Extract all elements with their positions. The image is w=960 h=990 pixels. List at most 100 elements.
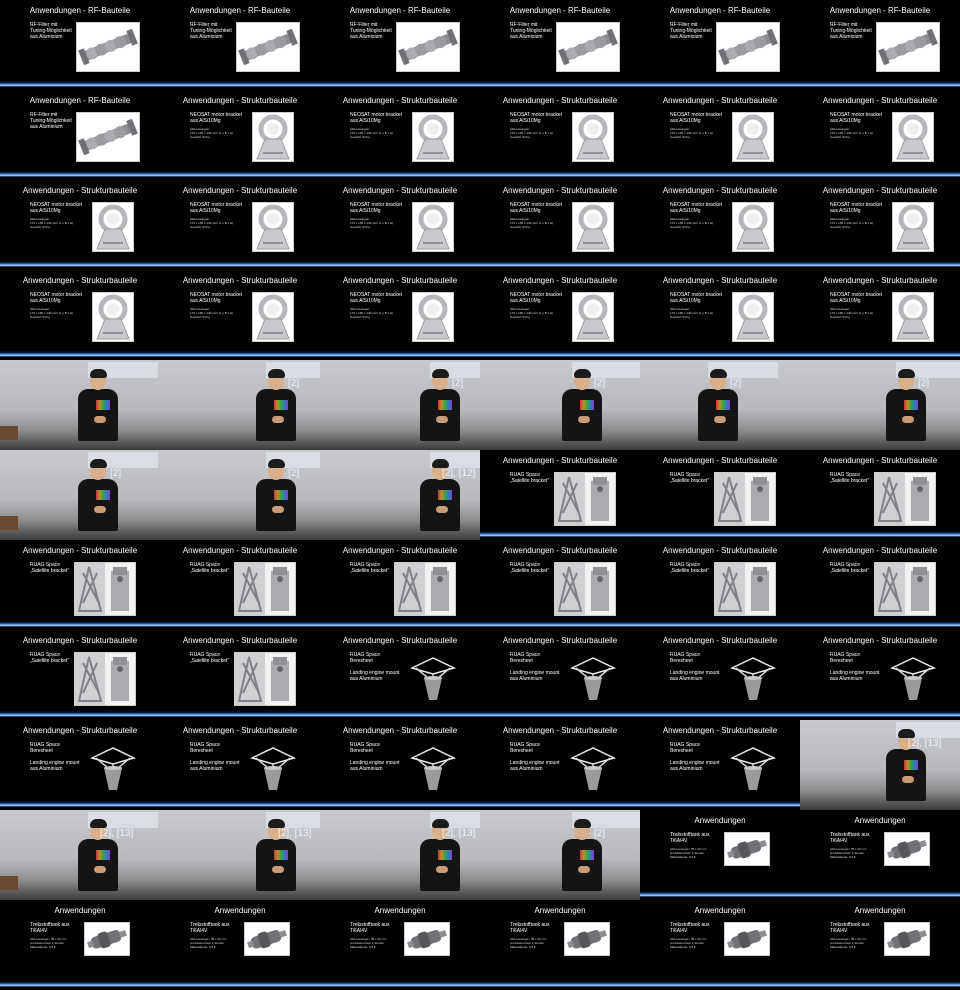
slide-frame: Anwendungen - Strukturbauteile RUAG Space… [320,540,480,630]
beanie [710,369,727,378]
speaker-frame: [2], [13] [160,810,320,900]
earth-horizon-band [0,351,160,357]
slide-body-text: RUAG Space „Satellite bracket“ [670,562,709,574]
slide-body-text: RUAG Space Beresheet Landing engine moun… [670,652,720,682]
earth-horizon-band [640,171,800,177]
speaker-hands [902,416,914,423]
speaker-hands [578,866,590,873]
slide-frame: Anwendungen - Strukturbauteile NEOSAT mot… [160,90,320,180]
speaker-hands [578,416,590,423]
slide-text: NEOSAT motor bracket aus AlSi10Mg Abmessu… [350,112,420,139]
motor-bracket-part [412,112,454,162]
slide-text: NEOSAT motor bracket aus AlSi10Mg Abmessu… [510,202,580,229]
slide-title: Anwendungen - RF-Bauteile [509,6,611,15]
slide-body-text: RF-Filter mit Tuning-Möglichkeit aus Alu… [830,22,872,40]
shirt-logo [904,760,918,770]
shirt-logo [438,490,452,500]
slide-body-text: RUAG Space „Satellite bracket“ [190,562,229,574]
motor-bracket-part [92,202,134,252]
slide-frame: Anwendungen - Strukturbauteile RUAG Space… [640,450,800,540]
slide-frame: Anwendungen - Strukturbauteile NEOSAT mot… [640,90,800,180]
slide-frame: Anwendungen - Strukturbauteile NEOSAT mot… [160,180,320,270]
slide-frame: Anwendungen - Strukturbauteile RUAG Space… [480,450,640,540]
earth-horizon-band [480,261,640,267]
engine-mount-part [730,744,776,792]
earth-horizon-band [800,981,960,987]
shirt-logo [96,400,110,410]
slide-text: NEOSAT motor bracket aus AlSi10Mg Abmessu… [830,202,900,229]
earth-horizon-band [480,351,640,357]
slide-title: Anwendungen - RF-Bauteile [349,6,451,15]
slide-text: NEOSAT motor bracket aus AlSi10Mg Abmessu… [350,202,420,229]
beanie [574,369,591,378]
slide-title: Anwendungen - Strukturbauteile [662,546,778,555]
slide-title: Anwendungen - RF-Bauteile [189,6,291,15]
motor-bracket-part [732,202,774,252]
slide-frame: Anwendungen - Strukturbauteile NEOSAT mot… [320,90,480,180]
slide-body-text: Treibstofftank aus Ti6Al4V [350,922,390,934]
slide-frame: Anwendungen - Strukturbauteile NEOSAT mot… [800,180,960,270]
slide-text: NEOSAT motor bracket aus AlSi10Mg Abmessu… [30,292,100,319]
speaker-frame: [2] [480,810,640,900]
slide-body-text: RUAG Space Beresheet Landing engine moun… [350,652,400,682]
slide-title: Anwendungen - Strukturbauteile [182,186,298,195]
shirt-logo [274,490,288,500]
slide-frame: Anwendungen - Strukturbauteile NEOSAT mot… [480,90,640,180]
rf-filter-part [556,22,620,72]
slide-frame: Anwendungen - Strukturbauteile NEOSAT mot… [160,270,320,360]
slide-title: Anwendungen - Strukturbauteile [662,726,778,735]
speaker-frame: [2], [13] [0,810,160,900]
slide-body-text: RUAG Space Beresheet Landing engine moun… [510,742,560,772]
satellite-bracket-part [554,472,616,526]
earth-horizon-band [480,801,640,807]
slide-specs-text: Abmessungen: 170 x 160 x 140 mm³ (L x B … [510,217,554,229]
satellite-bracket-part [74,562,136,616]
slide-frame: Anwendungen - RF-Bauteile RF-Filter mit T… [320,0,480,90]
slide-specs-text: Abmessungen: 170 x 160 x 140 mm³ (L x B … [190,127,234,139]
slide-frame: Anwendungen - Strukturbauteile NEOSAT mot… [320,270,480,360]
slide-frame: Anwendungen - Strukturbauteile NEOSAT mot… [480,180,640,270]
earth-horizon-band [320,711,480,717]
speaker-hands [272,416,284,423]
earth-horizon-band [160,621,320,627]
earth-horizon-band [320,171,480,177]
beanie [432,459,449,468]
slide-title: Anwendungen - RF-Bauteile [829,6,931,15]
rf-filter-part [76,22,140,72]
slide-title: Anwendungen - Strukturbauteile [662,276,778,285]
desk [0,876,18,890]
titanium-tank-part [724,832,770,866]
slide-frame: Anwendungen - Strukturbauteile RUAG Space… [320,630,480,720]
slide-frame: Anwendungen - Strukturbauteile RUAG Space… [640,540,800,630]
beanie [898,369,915,378]
speaker-torso [420,389,460,441]
slide-specs-text: Abmessungen: 170 x 160 x 140 mm³ (L x B … [30,307,74,319]
earth-horizon-band [0,171,160,177]
slide-frame: Anwendungen - RF-Bauteile RF-Filter mit T… [800,0,960,90]
motor-bracket-part [252,292,294,342]
reference-label: [2] [594,378,606,389]
speaker-frame: [2], [13] [320,810,480,900]
earth-horizon-band [480,981,640,987]
beanie [574,819,591,828]
slide-text: NEOSAT motor bracket aus AlSi10Mg Abmessu… [670,202,740,229]
shirt-logo [96,490,110,500]
shirt-logo [96,850,110,860]
earth-horizon-band [160,711,320,717]
beanie [90,459,107,468]
slide-body-text: NEOSAT motor bracket aus AlSi10Mg [830,292,883,304]
motor-bracket-part [892,202,934,252]
motor-bracket-part [412,292,454,342]
speaker-hands [272,506,284,513]
earth-horizon-band [480,531,640,537]
earth-horizon-band [640,801,800,807]
earth-horizon-band [800,711,960,717]
earth-horizon-band [800,81,960,87]
earth-horizon-band [640,531,800,537]
satellite-bracket-part [714,562,776,616]
slide-title: Anwendungen - Strukturbauteile [662,636,778,645]
slide-frame: Anwendungen - Strukturbauteile RUAG Space… [480,630,640,720]
slide-title: Anwendungen - Strukturbauteile [22,186,138,195]
slide-text: NEOSAT motor bracket aus AlSi10Mg Abmessu… [670,112,740,139]
earth-horizon-band [800,171,960,177]
